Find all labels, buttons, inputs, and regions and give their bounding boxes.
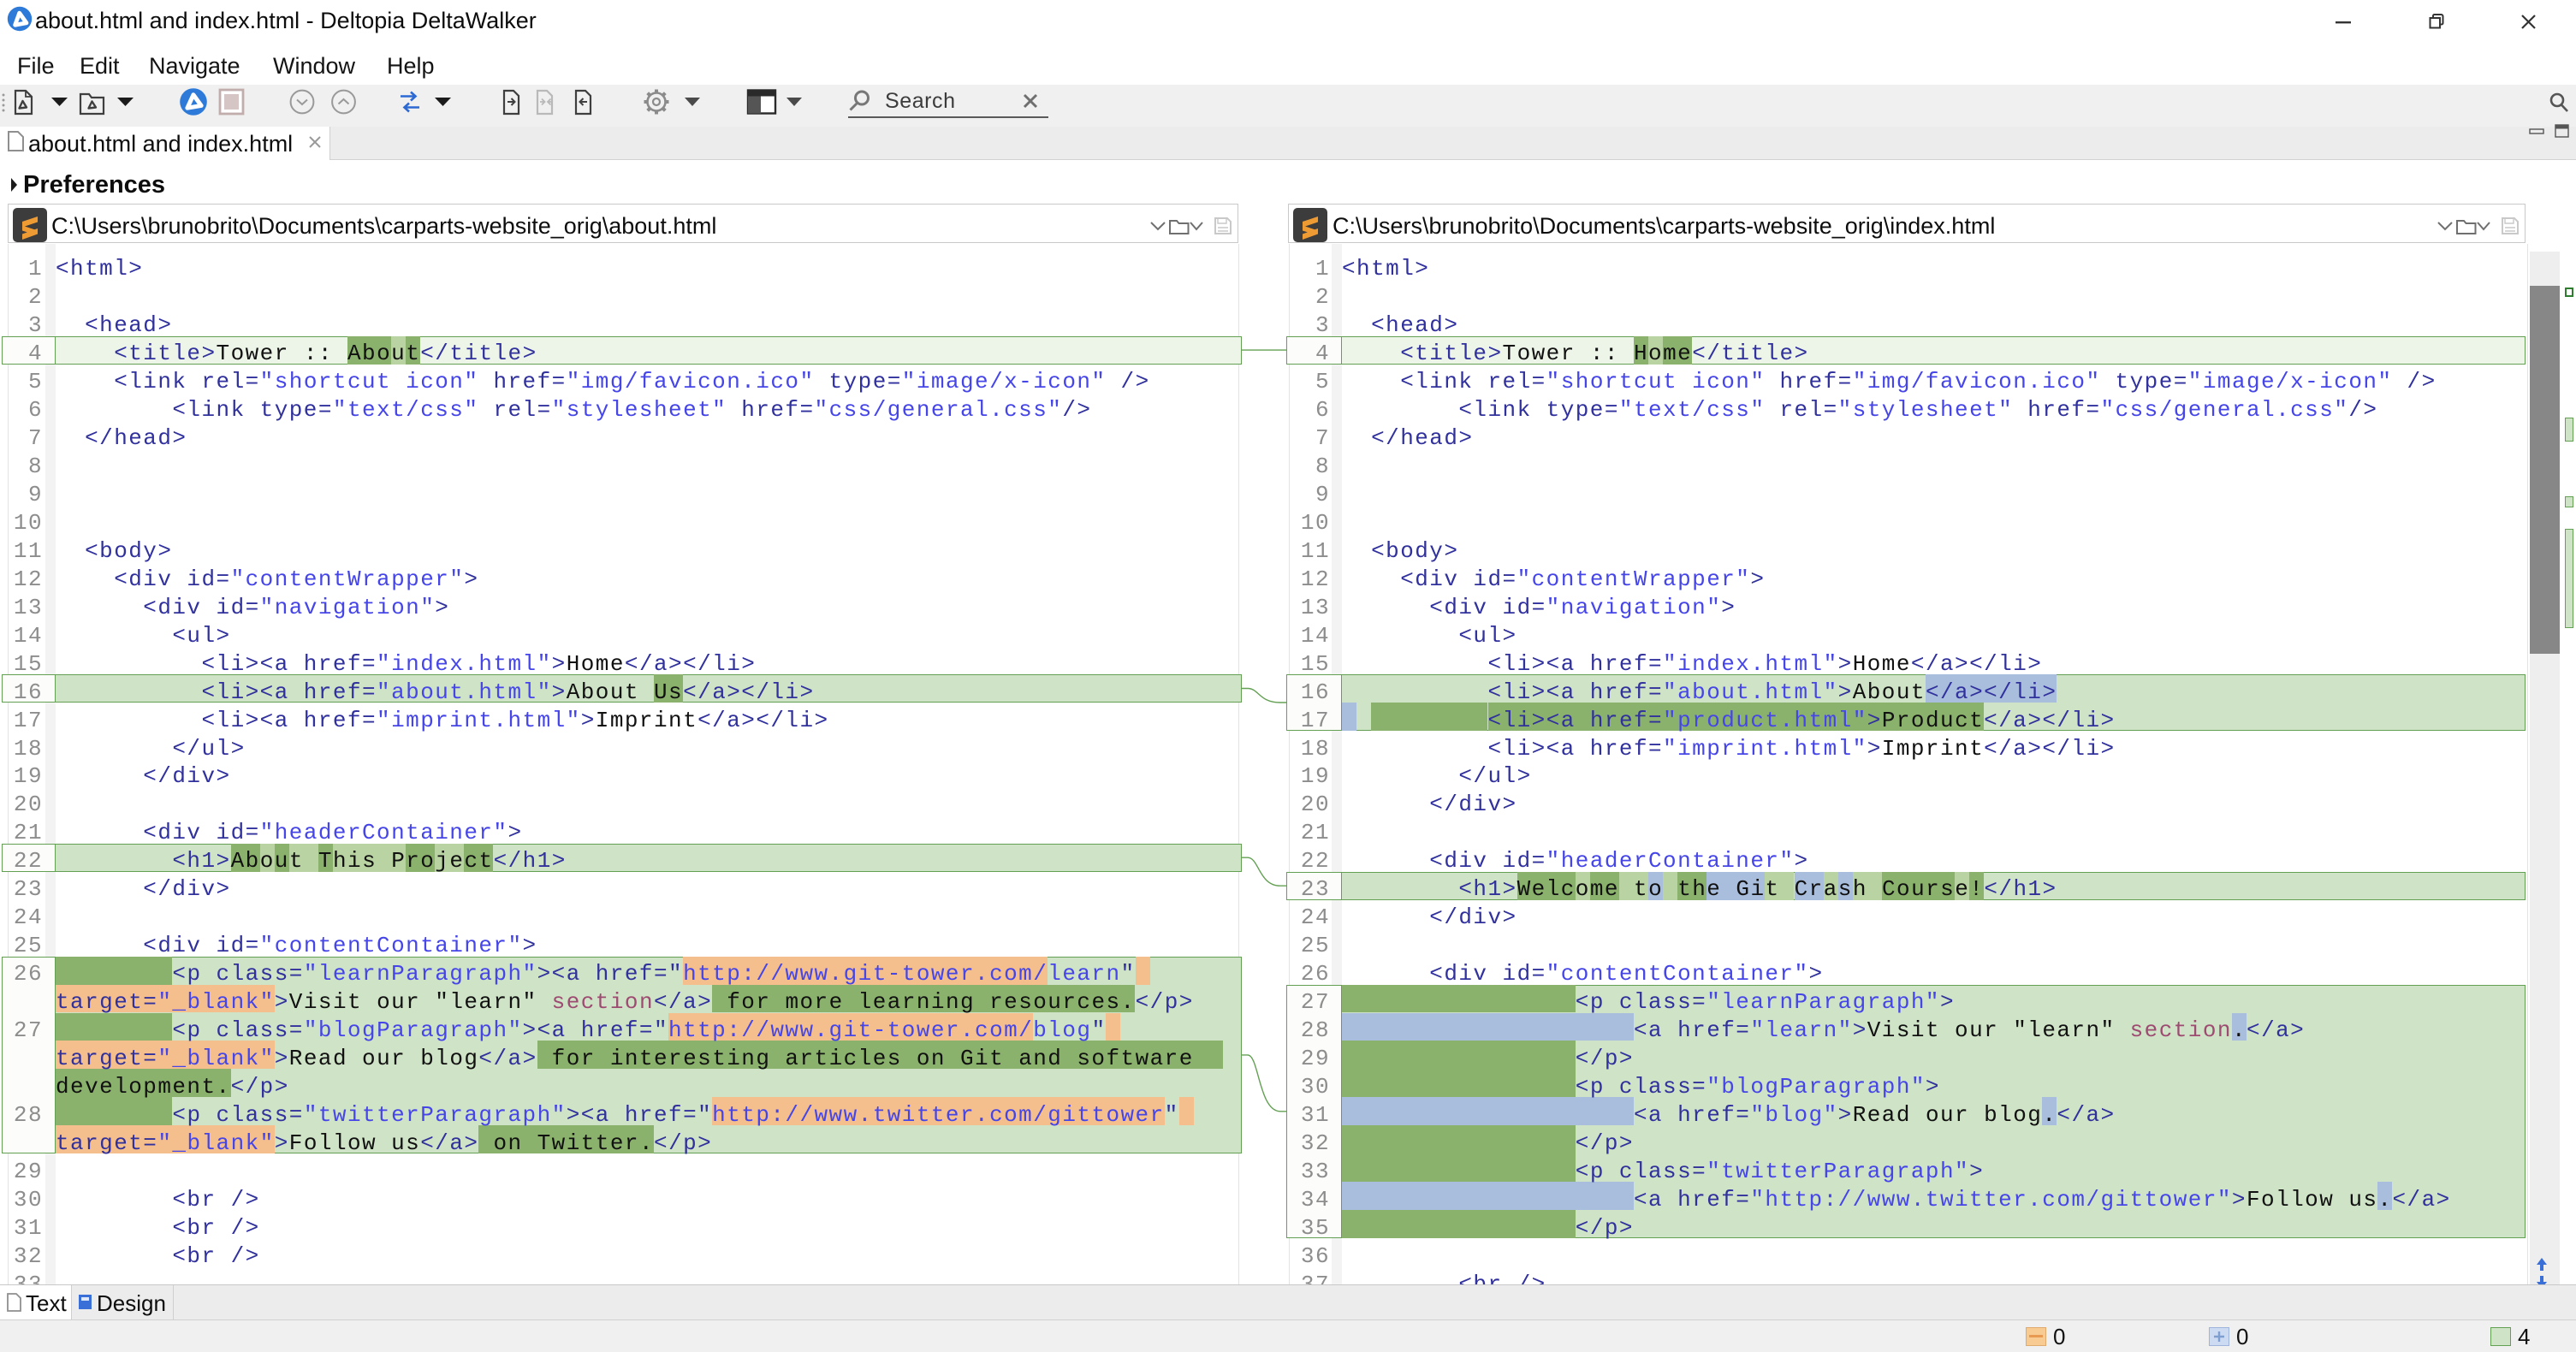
svg-text:Search: Search <box>885 89 955 113</box>
